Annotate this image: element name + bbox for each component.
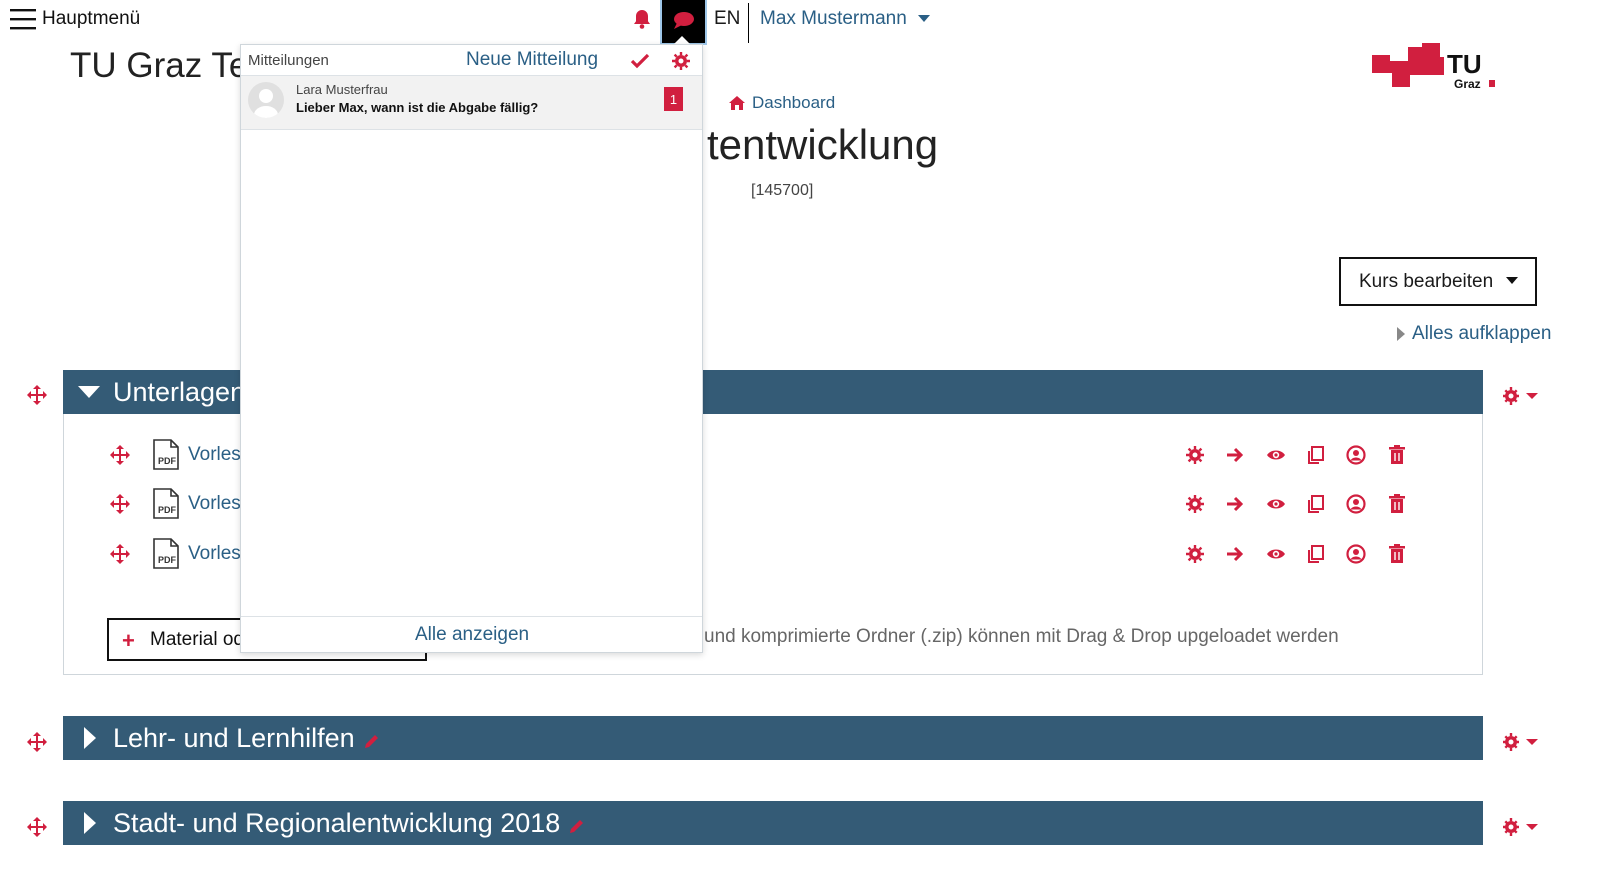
- logo-text-top: TU: [1447, 49, 1482, 79]
- expand-all-link[interactable]: Alles aufklappen: [1412, 323, 1551, 345]
- trash-icon[interactable]: [1387, 494, 1407, 514]
- gear-icon[interactable]: [1185, 544, 1205, 564]
- move-icon[interactable]: [109, 493, 131, 515]
- copy-icon[interactable]: [1306, 445, 1326, 465]
- section-header-lehr-und-lernhilfen[interactable]: Lehr- und Lernhilfen: [63, 716, 1483, 760]
- messages-popover: [240, 44, 703, 653]
- pencil-icon[interactable]: [568, 817, 586, 835]
- move-icon[interactable]: [109, 543, 131, 565]
- caret-right-icon: [84, 727, 96, 749]
- move-icon[interactable]: [26, 384, 48, 406]
- new-message-link[interactable]: Neue Mitteilung: [466, 49, 598, 71]
- svg-text:PDF: PDF: [158, 555, 177, 565]
- copy-icon[interactable]: [1306, 494, 1326, 514]
- resource-link[interactable]: Vorles: [188, 493, 241, 515]
- eye-icon[interactable]: [1266, 544, 1286, 564]
- pdf-icon: PDF: [153, 538, 179, 569]
- caret-right-icon[interactable]: [1397, 327, 1405, 341]
- caret-down-icon: [78, 386, 100, 398]
- svg-text:PDF: PDF: [158, 456, 177, 466]
- arrow-right-icon[interactable]: [1225, 445, 1245, 465]
- page-title: tentwicklung: [707, 121, 939, 168]
- plus-icon[interactable]: +: [122, 628, 135, 654]
- user-circle-icon[interactable]: [1346, 494, 1366, 514]
- bell-icon[interactable]: [631, 8, 653, 30]
- hamburger-menu-icon[interactable]: [10, 8, 36, 30]
- eye-icon[interactable]: [1266, 494, 1286, 514]
- section-title: Stadt- und Regionalentwicklung 2018: [113, 807, 561, 838]
- section-title: Unterlagen: [113, 376, 246, 407]
- move-icon[interactable]: [26, 816, 48, 838]
- gear-icon[interactable]: [671, 51, 691, 71]
- resource-link[interactable]: Vorles: [188, 543, 241, 565]
- svg-text:PDF: PDF: [158, 505, 177, 515]
- arrow-right-icon[interactable]: [1225, 544, 1245, 564]
- move-icon[interactable]: [109, 444, 131, 466]
- language-switcher[interactable]: EN: [714, 8, 740, 30]
- view-all-link[interactable]: Alle anzeigen: [415, 624, 529, 646]
- message-sender: Lara Musterfrau: [296, 82, 388, 97]
- arrow-right-icon[interactable]: [1225, 494, 1245, 514]
- section-title: Lehr- und Lernhilfen: [113, 722, 355, 753]
- gear-icon[interactable]: [1185, 494, 1205, 514]
- copy-icon[interactable]: [1306, 544, 1326, 564]
- pencil-icon[interactable]: [363, 732, 381, 750]
- checkmark-icon[interactable]: [630, 52, 650, 70]
- unread-count-badge: 1: [664, 87, 683, 111]
- avatar: [248, 82, 284, 118]
- popover-title: Mitteilungen: [248, 52, 329, 69]
- course-id: [145700]: [751, 182, 814, 199]
- section-header-stadt-und-regionalentwicklung[interactable]: Stadt- und Regionalentwicklung 2018: [63, 801, 1483, 845]
- gear-icon[interactable]: [1502, 732, 1540, 752]
- user-circle-icon[interactable]: [1346, 445, 1366, 465]
- eye-icon[interactable]: [1266, 445, 1286, 465]
- chevron-down-icon[interactable]: [1506, 277, 1518, 284]
- home-icon[interactable]: [728, 95, 746, 111]
- gear-icon[interactable]: [1502, 386, 1540, 406]
- edit-course-label: Kurs bearbeiten: [1359, 270, 1494, 292]
- user-circle-icon[interactable]: [1346, 544, 1366, 564]
- divider: [748, 3, 749, 43]
- user-menu[interactable]: Max Mustermann: [760, 8, 907, 30]
- trash-icon[interactable]: [1387, 544, 1407, 564]
- breadcrumb-dashboard[interactable]: Dashboard: [752, 93, 835, 113]
- pdf-icon: PDF: [153, 439, 179, 470]
- resource-link[interactable]: Vorles: [188, 444, 241, 466]
- gear-icon[interactable]: [1502, 817, 1540, 837]
- logo-text-bottom: Graz: [1454, 77, 1481, 91]
- gear-icon[interactable]: [1185, 445, 1205, 465]
- trash-icon[interactable]: [1387, 445, 1407, 465]
- dropzone-hint: und komprimierte Ordner (.zip) können mi…: [704, 626, 1339, 647]
- pdf-icon: PDF: [153, 488, 179, 519]
- tu-graz-logo: TU Graz: [1372, 43, 1497, 91]
- move-icon[interactable]: [26, 731, 48, 753]
- add-material-label[interactable]: Material od: [150, 629, 244, 651]
- main-menu-label[interactable]: Hauptmenü: [42, 8, 140, 30]
- caret-right-icon: [84, 812, 96, 834]
- chevron-down-icon[interactable]: [918, 15, 930, 22]
- message-preview: Lieber Max, wann ist die Abgabe fällig?: [296, 100, 539, 115]
- site-title: TU Graz Te: [70, 46, 249, 85]
